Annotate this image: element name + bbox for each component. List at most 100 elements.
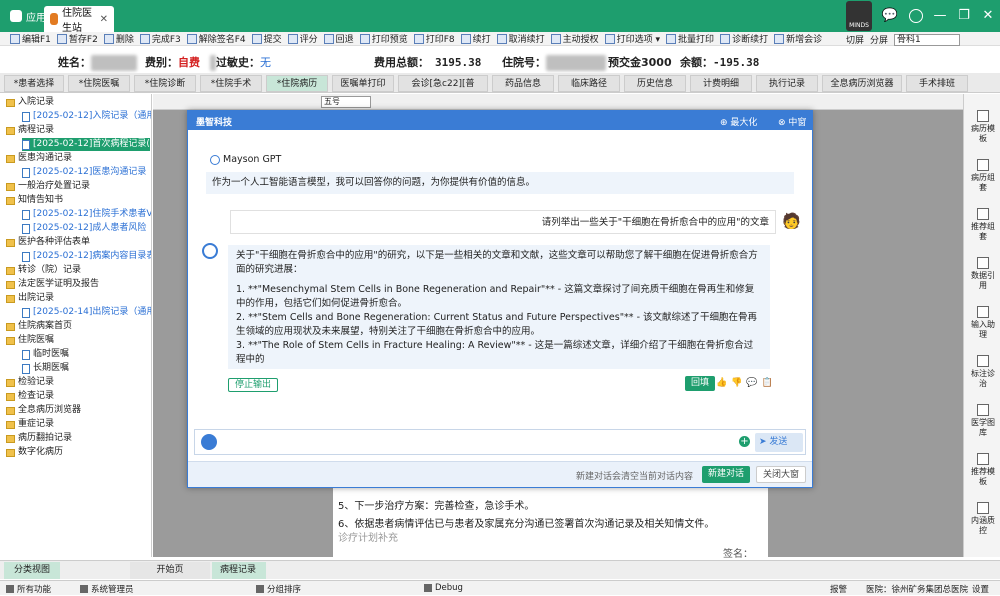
tree-document[interactable]: [2025-02-12]成人患者风险: [22, 222, 146, 235]
module-tab[interactable]: *住院病历: [266, 75, 328, 92]
tree-document[interactable]: [2025-02-14]出院记录（通用: [22, 306, 151, 319]
tree-folder[interactable]: 住院医嘱: [6, 334, 54, 347]
toolbar-button[interactable]: 取消续打: [496, 32, 545, 45]
writeback-button[interactable]: 回填: [685, 376, 716, 391]
side-tool-button[interactable]: 标注诊治: [968, 355, 998, 389]
toolbar-button[interactable]: 评分: [287, 32, 318, 45]
tree-folder[interactable]: 病程记录: [6, 124, 54, 137]
settings[interactable]: 设置: [972, 583, 989, 595]
tree-document[interactable]: [2025-02-12]病案内容目录表: [22, 250, 151, 263]
close-large-window-button[interactable]: 关闭大窗: [756, 466, 807, 483]
user-icon[interactable]: [906, 6, 926, 26]
toolbar-button[interactable]: 主动授权: [550, 32, 599, 45]
toolbar-button[interactable]: 打印选项 ▾: [604, 32, 660, 45]
attach-icon[interactable]: [201, 434, 217, 450]
debug[interactable]: Debug: [424, 583, 463, 593]
maximize-dialog-button[interactable]: ⊕ 最大化: [720, 115, 757, 128]
new-chat-button[interactable]: 新建对话: [702, 466, 751, 483]
side-tool-button[interactable]: 推荐模板: [968, 453, 998, 487]
tree-document[interactable]: [2025-02-12]住院手术患者V: [22, 208, 151, 221]
module-tab[interactable]: *住院手术: [200, 75, 262, 92]
cut-screen-button[interactable]: 切屏: [846, 33, 864, 46]
category-view-tab[interactable]: 分类视图: [4, 562, 60, 579]
feedback-icons[interactable]: 👍👎💬📋: [716, 378, 777, 388]
tree-folder[interactable]: 入院记录: [6, 96, 54, 109]
chat-input[interactable]: [223, 433, 723, 451]
side-tool-button[interactable]: 医学图库: [968, 404, 998, 438]
tab-start-page[interactable]: 开始页: [130, 562, 210, 579]
module-tab[interactable]: 药品信息: [492, 75, 554, 92]
toolbar-button[interactable]: 删除: [103, 32, 134, 45]
toolbar-button-label: 提交: [263, 35, 282, 45]
maximize-button[interactable]: ❐: [954, 6, 974, 26]
module-tab[interactable]: 临床路径: [558, 75, 620, 92]
module-tab[interactable]: *住院医嘱: [68, 75, 130, 92]
send-button[interactable]: ➤ 发送: [755, 433, 803, 452]
group-sort[interactable]: 分组排序: [256, 583, 301, 595]
toolbar-button[interactable]: 暂存F2: [56, 32, 98, 45]
medium-window-button[interactable]: ⊗ 中窗: [778, 115, 806, 128]
module-tab[interactable]: 全息病历浏览器: [822, 75, 902, 92]
tree-document[interactable]: [2025-02-12]入院记录（通用: [22, 110, 151, 123]
hospital: 医院： 徐州矿务集团总医院: [866, 583, 968, 595]
toolbar-button[interactable]: 打印F8: [413, 32, 455, 45]
module-tab[interactable]: 手术排班: [906, 75, 968, 92]
toolbar-icon: [496, 33, 507, 44]
side-tool-button[interactable]: 数据引用: [968, 257, 998, 291]
tree-document[interactable]: [2025-02-12]医患沟通记录（: [22, 166, 151, 179]
tree-folder[interactable]: 全息病历浏览器: [6, 404, 81, 417]
tab-inpatient-doctor[interactable]: 住院医生站 ✕: [44, 6, 114, 34]
tree-folder[interactable]: 知情告知书: [6, 194, 63, 207]
tree-document[interactable]: 长期医嘱: [22, 362, 69, 375]
split-screen-button[interactable]: 分屏: [870, 33, 888, 46]
module-tab[interactable]: *患者选择: [4, 75, 64, 92]
tree-folder[interactable]: 出院记录: [6, 292, 54, 305]
dept-select[interactable]: 骨科1: [894, 33, 961, 46]
module-tab[interactable]: 医嘱单打印: [332, 75, 394, 92]
tree-folder[interactable]: 住院病案首页: [6, 320, 72, 333]
font-size-select[interactable]: 五号: [321, 96, 371, 108]
module-tab[interactable]: 计费明细: [690, 75, 752, 92]
close-window-button[interactable]: ✕: [978, 6, 998, 26]
tree-folder[interactable]: 医护各种评估表单: [6, 236, 90, 249]
module-tab[interactable]: 执行记录: [756, 75, 818, 92]
stop-output-button[interactable]: 停止输出: [228, 378, 279, 392]
toolbar-button[interactable]: 回退: [323, 32, 354, 45]
toolbar-button[interactable]: 诊断续打: [720, 32, 768, 45]
side-tool-button[interactable]: 内涵质控: [968, 502, 998, 536]
tree-folder[interactable]: 检查记录: [6, 390, 54, 403]
tree-folder[interactable]: 重症记录: [6, 418, 54, 431]
toolbar-button[interactable]: 完成F3: [139, 32, 181, 45]
side-tool-button[interactable]: 病历模板: [968, 110, 998, 144]
module-tab[interactable]: 历史信息: [624, 75, 686, 92]
add-icon[interactable]: +: [739, 436, 750, 447]
all-functions[interactable]: 所有功能: [6, 583, 51, 595]
tree-folder[interactable]: 转诊（院）记录: [6, 264, 81, 277]
chat-icon[interactable]: 💬: [880, 6, 900, 26]
toolbar-button[interactable]: 打印预览: [359, 32, 408, 45]
toolbar-button[interactable]: 续打: [460, 32, 491, 45]
tree-document[interactable]: [2025-02-12]首次病程记录(: [22, 138, 150, 151]
tree-folder[interactable]: 法定医学证明及报告: [6, 278, 99, 291]
minimize-button[interactable]: —: [930, 6, 950, 26]
module-tab[interactable]: 会诊[急c22][普1276]: [398, 75, 488, 106]
toolbar-button[interactable]: 批量打印: [666, 32, 714, 45]
toolbar-button[interactable]: 解除签名F4: [186, 32, 246, 45]
tree-folder[interactable]: 一般治疗处置记录: [6, 180, 90, 193]
tree-folder[interactable]: 病历翻拍记录: [6, 432, 72, 445]
toolbar-button[interactable]: 提交: [251, 32, 282, 45]
bot-intro-text: 作为一个人工智能语言模型，我可以回答你的问题，为你提供有价值的信息。: [212, 177, 536, 188]
side-tool-button[interactable]: 输入助理: [968, 306, 998, 340]
tree-folder[interactable]: 检验记录: [6, 376, 54, 389]
toolbar-button[interactable]: 编辑F1: [10, 32, 51, 45]
alarm[interactable]: 报警: [830, 583, 847, 595]
tree-document[interactable]: 临时医嘱: [22, 348, 69, 361]
module-tab[interactable]: *住院诊断: [134, 75, 196, 92]
side-tool-button[interactable]: 病历组套: [968, 159, 998, 193]
side-tool-button[interactable]: 推荐组套: [968, 208, 998, 242]
tree-folder[interactable]: 数字化病历: [6, 446, 63, 459]
tab-progress-note[interactable]: 病程记录 ✕: [212, 562, 266, 592]
close-tab-icon[interactable]: ✕: [100, 14, 108, 25]
tree-folder[interactable]: 医患沟通记录: [6, 152, 72, 165]
toolbar-button[interactable]: 新增会诊: [774, 32, 822, 45]
